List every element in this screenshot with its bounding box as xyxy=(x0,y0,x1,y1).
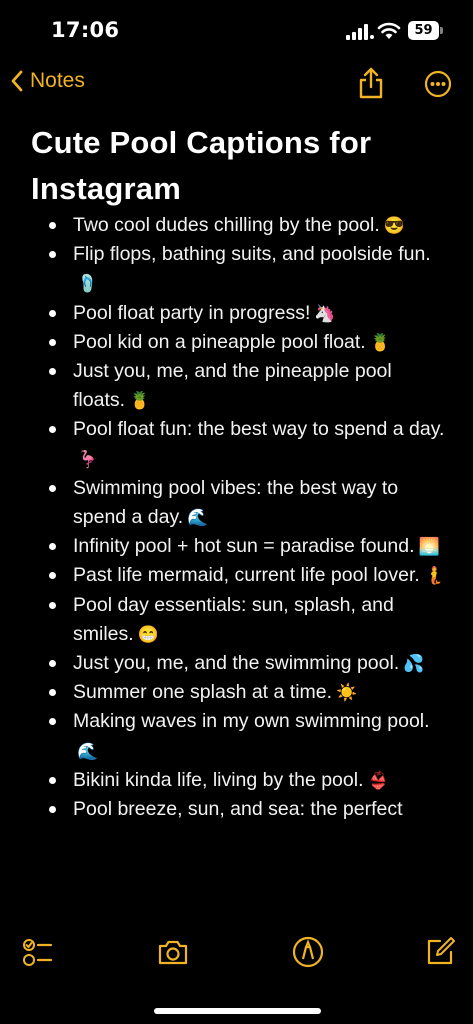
list-item-emoji: ☀️ xyxy=(336,683,358,703)
list-item-text: Pool kid on a pineapple pool float. xyxy=(73,330,366,353)
list-item-text: Past life mermaid, current life pool lov… xyxy=(73,564,420,587)
battery-cap xyxy=(440,27,443,34)
list-item-emoji: 👙 xyxy=(367,770,389,790)
home-indicator[interactable] xyxy=(154,1008,321,1014)
list-item[interactable]: Making waves in my own swimming pool. 🌊 xyxy=(0,707,473,765)
list-item-text: Making waves in my own swimming pool. xyxy=(73,710,430,733)
list-item-text: Bikini kinda life, living by the pool. xyxy=(73,768,364,791)
markup-icon[interactable] xyxy=(291,935,325,969)
list-item-text: Pool day essentials: sun, splash, and sm… xyxy=(73,593,394,645)
list-item-text: Pool float fun: the best way to spend a … xyxy=(73,418,445,441)
list-item-text: Infinity pool + hot sun = paradise found… xyxy=(73,535,415,558)
note-bullet-list[interactable]: Two cool dudes chilling by the pool. 😎 Fl… xyxy=(0,211,473,824)
list-item[interactable]: Pool breeze, sun, and sea: the perfect xyxy=(0,795,473,824)
bottom-toolbar xyxy=(0,935,473,980)
list-item-emoji: 🌊 xyxy=(77,741,99,761)
list-item-text: Flip flops, bathing suits, and poolside … xyxy=(73,243,431,266)
list-item[interactable]: Pool day essentials: sun, splash, and sm… xyxy=(0,591,473,649)
list-item-emoji: 🦄 xyxy=(314,303,336,323)
list-item-text: Just you, me, and the pineapple pool flo… xyxy=(73,360,392,412)
list-item-emoji: 🌊 xyxy=(187,508,209,528)
wifi-icon xyxy=(377,22,401,39)
back-button[interactable]: Notes xyxy=(10,69,85,93)
camera-icon[interactable] xyxy=(156,935,190,969)
battery-level: 59 xyxy=(414,23,433,38)
list-item-emoji: 🌅 xyxy=(418,537,440,557)
list-item-text: Pool breeze, sun, and sea: the perfect xyxy=(73,798,403,821)
list-item[interactable]: Bikini kinda life, living by the pool. 👙 xyxy=(0,766,473,795)
list-item[interactable]: Pool kid on a pineapple pool float. 🍍 xyxy=(0,328,473,357)
list-item-emoji: 😎 xyxy=(383,216,405,235)
list-item-text: Summer one splash at a time. xyxy=(73,681,333,704)
list-item[interactable]: Two cool dudes chilling by the pool. 😎 xyxy=(0,211,473,240)
status-time: 17:06 xyxy=(51,18,120,42)
share-icon[interactable] xyxy=(357,66,385,100)
cellular-signal-icon xyxy=(346,24,374,40)
list-item-emoji: 🍍 xyxy=(129,391,151,411)
navigation-bar: Notes xyxy=(0,62,473,106)
list-item[interactable]: Past life mermaid, current life pool lov… xyxy=(0,561,473,590)
list-item-text: Two cool dudes chilling by the pool. xyxy=(73,214,380,236)
more-icon[interactable] xyxy=(424,70,452,98)
list-item[interactable]: Swimming pool vibes: the best way to spe… xyxy=(0,474,473,532)
list-item-emoji: 🧜 xyxy=(423,566,445,586)
list-item-text: Pool float party in progress! xyxy=(73,301,311,324)
note-title[interactable]: Cute Pool Captions for Instagram xyxy=(31,120,451,212)
chevron-left-icon xyxy=(11,70,23,92)
list-item[interactable]: Infinity pool + hot sun = paradise found… xyxy=(0,532,473,561)
list-item[interactable]: Summer one splash at a time. ☀️ xyxy=(0,678,473,707)
battery-icon: 59 xyxy=(408,21,439,40)
list-item[interactable]: Pool float fun: the best way to spend a … xyxy=(0,415,473,473)
list-item[interactable]: Flip flops, bathing suits, and poolside … xyxy=(0,240,473,298)
list-item-emoji: 🦩 xyxy=(77,449,99,469)
back-button-label: Notes xyxy=(30,69,85,92)
list-item-text: Just you, me, and the swimming pool. xyxy=(73,652,400,675)
list-item-emoji: 🍍 xyxy=(369,332,391,352)
list-item[interactable]: Just you, me, and the swimming pool. 💦 xyxy=(0,649,473,678)
checklist-icon[interactable] xyxy=(20,935,54,969)
list-item-emoji: 💦 xyxy=(403,654,425,674)
list-item[interactable]: Just you, me, and the pineapple pool flo… xyxy=(0,357,473,415)
list-item-emoji: 🩴 xyxy=(77,274,99,294)
list-item-emoji: 😁 xyxy=(137,624,159,644)
list-item[interactable]: Pool float party in progress! 🦄 xyxy=(0,299,473,328)
compose-icon[interactable] xyxy=(423,935,457,969)
list-item-text: Swimming pool vibes: the best way to spe… xyxy=(73,476,399,529)
status-bar: 17:06 59 xyxy=(0,0,473,62)
